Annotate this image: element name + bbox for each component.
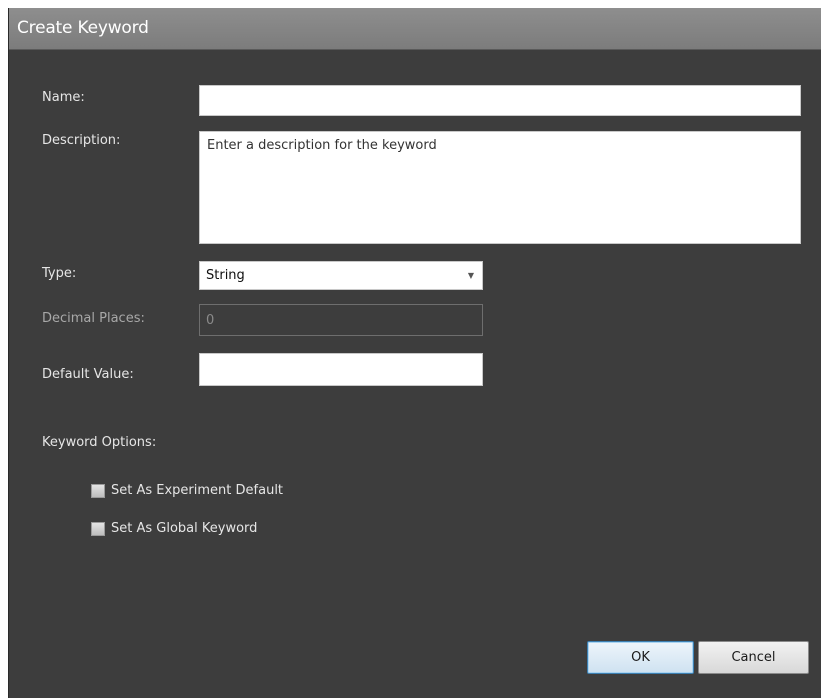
- default-value-label: Default Value:: [42, 367, 134, 382]
- create-keyword-dialog: Create Keyword Name: Description: Type: …: [8, 8, 821, 698]
- experiment-default-label: Set As Experiment Default: [111, 483, 284, 498]
- global-keyword-checkbox[interactable]: [91, 522, 105, 536]
- type-dropdown-value: String: [206, 268, 245, 283]
- global-keyword-label: Set As Global Keyword: [111, 521, 258, 536]
- dialog-title: Create Keyword: [17, 18, 149, 38]
- decimal-places-label: Decimal Places:: [42, 311, 145, 326]
- type-label: Type:: [42, 266, 77, 281]
- ok-button[interactable]: OK: [587, 641, 694, 674]
- keyword-options-heading: Keyword Options:: [42, 435, 157, 450]
- experiment-default-checkbox[interactable]: [91, 484, 105, 498]
- experiment-default-option[interactable]: Set As Experiment Default: [91, 483, 331, 501]
- type-dropdown[interactable]: String ▼: [199, 261, 483, 290]
- default-value-input[interactable]: [199, 353, 483, 386]
- decimal-places-input: [199, 304, 483, 336]
- description-label: Description:: [42, 133, 121, 148]
- name-label: Name:: [42, 90, 85, 105]
- dialog-titlebar[interactable]: Create Keyword: [9, 8, 821, 50]
- name-input[interactable]: [199, 85, 801, 116]
- cancel-button[interactable]: Cancel: [698, 641, 809, 674]
- global-keyword-option[interactable]: Set As Global Keyword: [91, 521, 331, 539]
- chevron-down-icon: ▼: [467, 271, 474, 280]
- description-textarea[interactable]: [199, 131, 801, 244]
